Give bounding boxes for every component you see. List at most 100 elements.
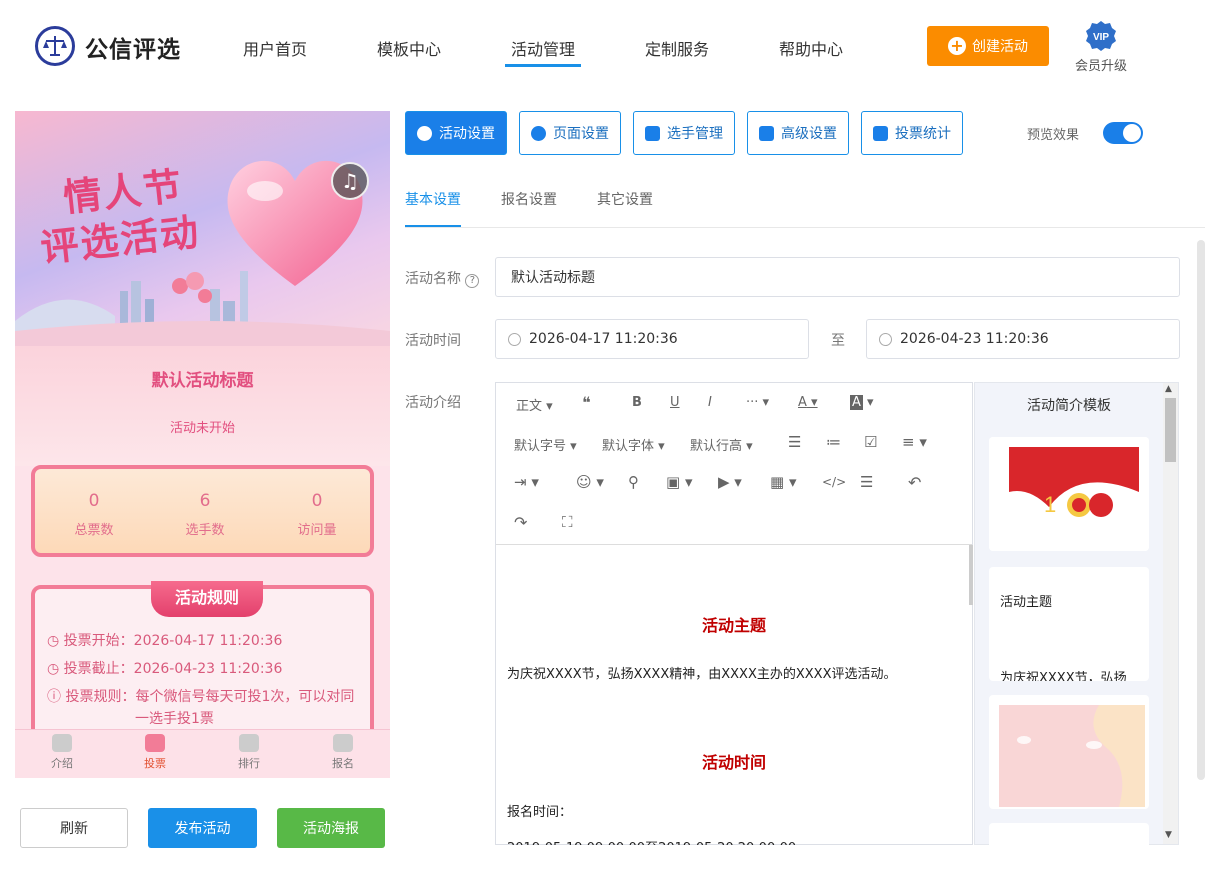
tab-signup[interactable]: 报名 [313, 734, 373, 771]
music-icon[interactable]: ♫ [331, 162, 369, 200]
end-time-input[interactable]: 2026-04-23 11:20:36 [866, 319, 1180, 359]
mobile-preview: 情人节 评选活动 ♫ 默认活动标题 活动未开始 0 总票数 6 选手数 0 访问… [15, 111, 390, 778]
rule-text: 投票规则：每个微信号每天可投1次，可以对同 [65, 689, 355, 705]
template-card-3[interactable] [989, 695, 1149, 809]
tool-label: 活动设置 [439, 126, 495, 142]
line-height-select[interactable]: 默认行高 ▾ [690, 435, 753, 454]
template-card-text: 为庆祝XXXX节，弘扬 [1000, 671, 1127, 681]
tab-vote-statistics[interactable]: 投票统计 [861, 111, 963, 155]
underline-icon[interactable]: U [670, 395, 680, 410]
stat-value: 6 [199, 491, 211, 511]
vip-icon[interactable]: VIP [1085, 20, 1117, 52]
create-activity-button[interactable]: + 创建活动 [927, 26, 1049, 66]
rule-end: ◷ 投票截止：2026-04-23 11:20:36 [47, 657, 282, 681]
font-family-select[interactable]: 默认字体 ▾ [602, 435, 665, 454]
numbered-list-icon[interactable]: ≔ [826, 433, 841, 451]
scroll-down-arrow-icon[interactable]: ▼ [1165, 830, 1172, 840]
tb-label: A [850, 395, 863, 410]
fullscreen-icon[interactable]: ⛶ [562, 513, 573, 531]
stat-value: 0 [311, 491, 323, 511]
nav-template-center[interactable]: 模板中心 [377, 36, 441, 60]
clock-icon [879, 332, 892, 346]
rule-voting: ⓘ 投票规则：每个微信号每天可投1次，可以对同 [47, 685, 354, 709]
tb-label: 正文 [516, 399, 543, 414]
editor-scrollbar[interactable] [969, 545, 973, 605]
link-icon[interactable]: ⚲ [628, 473, 639, 491]
tab-label: 排行 [238, 757, 260, 770]
activity-name-input[interactable]: 默认活动标题 [495, 257, 1180, 297]
tab-label: 投票 [144, 757, 166, 770]
italic-icon[interactable]: I [708, 395, 712, 410]
bold-icon[interactable]: B [632, 395, 642, 410]
align-icon[interactable]: ≡ ▾ [902, 433, 927, 451]
undo-icon[interactable]: ↶ [908, 473, 921, 492]
stat-value: 0 [88, 491, 100, 511]
tab-ranking[interactable]: 排行 [219, 734, 279, 771]
tab-vote[interactable]: 投票 [125, 734, 185, 771]
stat-total-votes: 0 总票数 [44, 491, 144, 538]
font-size-select[interactable]: 默认字号 ▾ [514, 435, 577, 454]
template-card-4[interactable] [989, 823, 1149, 853]
more-format-icon[interactable]: ··· ▾ [746, 395, 769, 410]
tab-contestant-management[interactable]: 选手管理 [633, 111, 735, 155]
todo-icon[interactable]: ☑ [864, 433, 877, 451]
input-value: 2026-04-17 11:20:36 [529, 331, 678, 347]
rule-start: ◷ 投票开始：2026-04-17 11:20:36 [47, 629, 282, 653]
logo-text: 公信评选 [85, 37, 181, 63]
template-scrollbar-thumb[interactable] [1165, 398, 1176, 462]
vip-upgrade-label[interactable]: 会员升级 [1075, 55, 1127, 74]
content-paragraph: 报名时间： [507, 805, 573, 820]
editor-content[interactable]: 活动主题 为庆祝XXXX节，弘扬XXXX精神，由XXXX主办的XXXX评选活动。… [496, 545, 972, 845]
tool-label: 页面设置 [553, 126, 609, 142]
tab-activity-settings[interactable]: 活动设置 [405, 111, 507, 155]
indent-icon[interactable]: ⇥ ▾ [514, 473, 539, 491]
vote-icon [145, 734, 165, 752]
refresh-button[interactable]: 刷新 [20, 808, 128, 848]
preview-activity-status: 活动未开始 [169, 421, 235, 436]
nav-help-center[interactable]: 帮助中心 [779, 36, 843, 60]
subtab-signup[interactable]: 报名设置 [501, 189, 557, 209]
code-icon[interactable]: </> [822, 475, 846, 489]
tb-label: ··· [746, 395, 759, 410]
video-icon[interactable]: ▶ ▾ [718, 473, 742, 491]
tab-page-settings[interactable]: 页面设置 [519, 111, 621, 155]
subtab-other[interactable]: 其它设置 [597, 189, 653, 209]
help-icon[interactable]: ? [465, 274, 480, 288]
content-paragraph: 2019-05-19 09:00:00至2019-05-20 20:00:00 [507, 837, 796, 845]
nav-user-home[interactable]: 用户首页 [243, 36, 307, 60]
paragraph-select[interactable]: 正文 ▾ [516, 395, 553, 414]
tb-label: 默认字号 [514, 439, 567, 454]
tab-intro[interactable]: 介绍 [32, 734, 92, 771]
rule-text: 投票开始：2026-04-17 11:20:36 [63, 633, 283, 649]
input-value: 默认活动标题 [511, 270, 595, 286]
divider-icon[interactable]: ☰ [860, 473, 873, 491]
preview-toggle[interactable] [1103, 122, 1143, 144]
nav-custom-service[interactable]: 定制服务 [645, 36, 709, 60]
nav-activity-management[interactable]: 活动管理 [511, 36, 575, 60]
stat-label: 选手数 [185, 523, 225, 538]
activity-poster-button[interactable]: 活动海报 [277, 808, 385, 848]
tool-label: 高级设置 [781, 126, 837, 142]
tab-advanced-settings[interactable]: 高级设置 [747, 111, 849, 155]
start-time-input[interactable]: 2026-04-17 11:20:36 [495, 319, 809, 359]
quote-icon[interactable]: ❝ [582, 393, 591, 412]
clock-icon: ◷ [47, 661, 64, 677]
bg-color-icon[interactable]: A ▾ [850, 395, 874, 410]
redo-icon[interactable]: ↷ [514, 513, 527, 532]
scroll-up-arrow-icon[interactable]: ▲ [1165, 384, 1172, 394]
subtab-divider [405, 227, 1205, 228]
publish-activity-button[interactable]: 发布活动 [148, 808, 257, 848]
bullet-list-icon[interactable]: ☰ [788, 433, 801, 451]
template-card-1[interactable]: 1 [989, 437, 1149, 551]
image-icon[interactable]: ▣ ▾ [666, 473, 692, 491]
page-scrollbar[interactable] [1197, 240, 1205, 780]
font-color-icon[interactable]: A ▾ [798, 395, 818, 410]
template-card-2[interactable]: 活动主题 为庆祝XXXX节，弘扬 [989, 567, 1149, 681]
activity-time-label: 活动时间 [405, 333, 461, 349]
emoji-icon[interactable]: ☺ ▾ [576, 473, 604, 491]
template-panel: 活动简介模板 1 活动主题 为庆祝XXXX节，弘扬 [974, 382, 1179, 853]
nav-active-indicator [505, 64, 581, 67]
subtab-basic[interactable]: 基本设置 [405, 189, 461, 209]
rules-title: 活动规则 [151, 581, 263, 617]
table-icon[interactable]: ▦ ▾ [770, 473, 796, 491]
